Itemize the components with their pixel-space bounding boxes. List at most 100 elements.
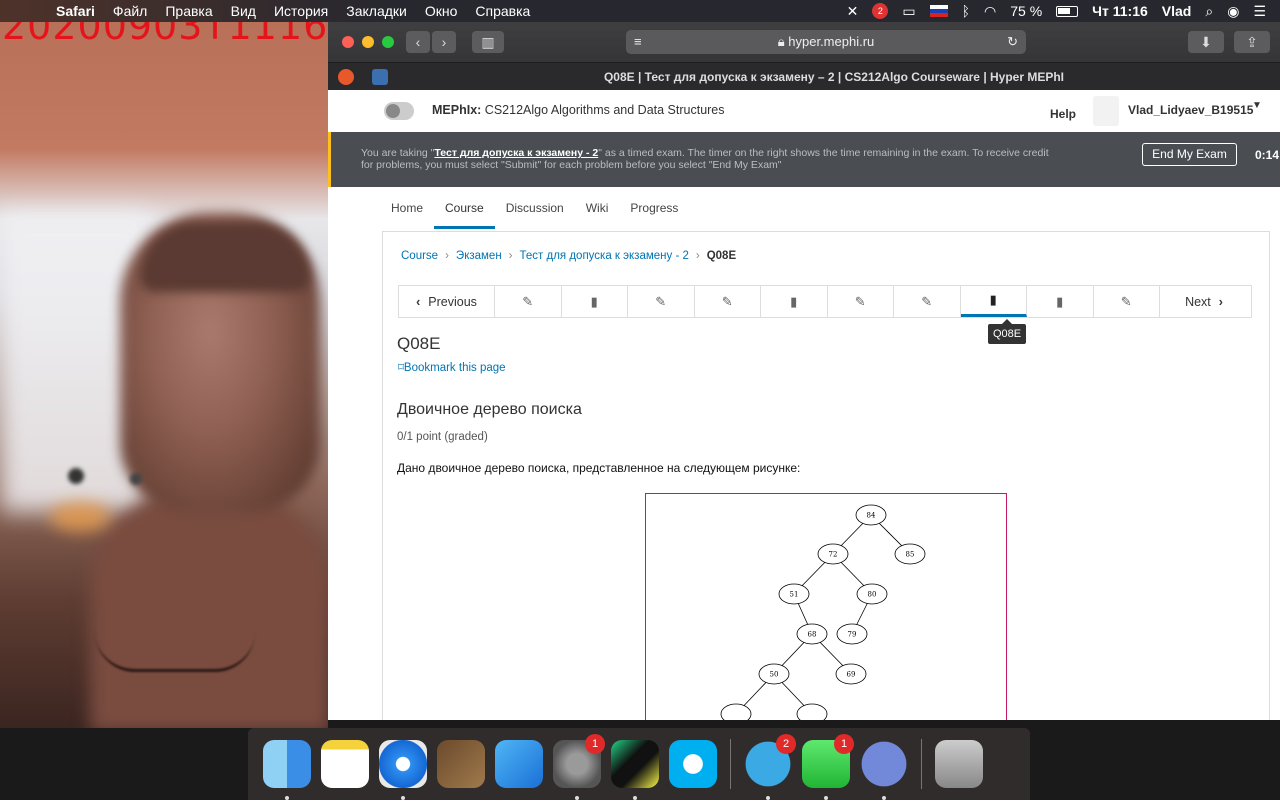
sequence-item-problem[interactable]: ✎ [695, 286, 761, 317]
breadcrumb-test[interactable]: Тест для допуска к экзамену - 2 [520, 250, 689, 262]
siri-icon[interactable]: ◉ [1227, 3, 1239, 20]
chevron-right-icon: › [695, 250, 700, 262]
menu-file[interactable]: Файл [113, 3, 147, 19]
active-tab-title[interactable]: Q08E | Тест для допуска к экзамену – 2 |… [328, 70, 1280, 84]
battery-icon[interactable] [1056, 5, 1079, 17]
dock-safari-icon[interactable] [379, 740, 427, 800]
notification-badge-icon[interactable]: 2 [872, 3, 889, 19]
tab-home[interactable]: Home [380, 187, 434, 229]
tree-node-label: 79 [848, 631, 857, 639]
dock-finder-icon[interactable] [263, 740, 311, 800]
menu-help[interactable]: Справка [475, 3, 530, 19]
menu-app-safari[interactable]: Safari [56, 3, 95, 19]
tab-discussion[interactable]: Discussion [495, 187, 575, 229]
dock-trash-icon[interactable] [935, 740, 983, 788]
dock-xcode-icon[interactable] [495, 740, 543, 788]
forward-icon[interactable]: › [432, 31, 456, 53]
username[interactable]: Vlad_Lidyaev_B19515 [1128, 103, 1253, 117]
previous-button[interactable]: ‹ Previous [399, 286, 495, 317]
close-window-icon[interactable] [342, 36, 354, 48]
sequence-item-video[interactable]: ▮ [761, 286, 828, 317]
sequence-nav: ‹ Previous ✎ ▮ ✎ ✎ ▮ ✎ ✎ ▮ ▮ ✎ Next › [398, 285, 1252, 318]
reader-icon[interactable]: ≡ [634, 30, 642, 54]
dock-pycharm-icon[interactable] [611, 740, 659, 800]
help-link[interactable]: Help [1050, 107, 1076, 121]
dock-notes-icon[interactable] [321, 740, 369, 788]
clock[interactable]: Чт 11:16 [1092, 3, 1148, 19]
menu-edit[interactable]: Правка [165, 3, 212, 19]
dock-garageband-icon[interactable] [437, 740, 485, 788]
wifi-icon[interactable]: ◠ [984, 3, 996, 20]
logo-toggle-icon[interactable] [384, 102, 414, 120]
tree-node [796, 703, 828, 720]
tree-node [720, 703, 752, 720]
address-bar[interactable]: ≡ 🔒︎ hyper.mephi.ru ↻ [626, 30, 1026, 54]
previous-label: Previous [428, 294, 477, 309]
sequence-items: ✎ ▮ ✎ ✎ ▮ ✎ ✎ ▮ ▮ ✎ [495, 286, 1160, 317]
minimize-window-icon[interactable] [362, 36, 374, 48]
notification-center-icon[interactable]: ☰ [1253, 3, 1266, 20]
menu-window[interactable]: Окно [425, 3, 458, 19]
sequence-item-problem[interactable]: ✎ [1094, 286, 1160, 317]
avatar[interactable] [1093, 96, 1119, 126]
site-header: MEPhIx: CS212Algo Algorithms and Data St… [328, 90, 1280, 132]
tab-progress[interactable]: Progress [619, 187, 689, 229]
dock-skype-icon[interactable] [669, 740, 717, 788]
sequence-item-problem[interactable]: ✎ [495, 286, 562, 317]
tree-node-label: 51 [790, 591, 799, 599]
back-icon[interactable]: ‹ [406, 31, 430, 53]
menu-view[interactable]: Вид [231, 3, 256, 19]
book-icon: ▮ [790, 293, 798, 309]
share-icon[interactable]: ⇪ [1234, 31, 1270, 53]
sequence-item-problem[interactable]: ✎ [828, 286, 894, 317]
webcam-feed: 20200903T111640 [0, 22, 328, 728]
dock-badge: 1 [834, 734, 854, 754]
battery-percent[interactable]: 75 % [1010, 3, 1042, 19]
muted-icon[interactable]: ✕ [847, 3, 859, 20]
edit-icon: ✎ [655, 293, 667, 309]
tree-node: 69 [835, 663, 867, 685]
tab-wiki[interactable]: Wiki [575, 187, 620, 229]
chevron-down-icon[interactable]: ▼ [1252, 100, 1262, 111]
bookmark-link[interactable]: ⌑Bookmark this page [398, 360, 506, 374]
next-label: Next [1185, 294, 1211, 309]
sidebar-icon[interactable]: ▥ [472, 31, 504, 53]
menu-history[interactable]: История [274, 3, 328, 19]
dock-facetime-icon[interactable]: 1 [802, 734, 854, 800]
sequence-item-video[interactable]: ▮ [1027, 286, 1094, 317]
reload-icon[interactable]: ↻ [1007, 30, 1018, 54]
menu-bookmarks[interactable]: Закладки [346, 3, 407, 19]
tree-node-label: 50 [770, 671, 779, 679]
breadcrumb-exam[interactable]: Экзамен [456, 250, 502, 262]
chevron-right-icon: › [508, 250, 513, 262]
sequence-item-problem[interactable]: ✎ [894, 286, 961, 317]
sequence-item-video[interactable]: ▮ [960, 286, 1027, 317]
dock-telegram-icon[interactable]: 2 [744, 734, 796, 800]
tree-node: 68 [796, 623, 828, 645]
course-content: Course › Экзамен › Тест для допуска к эк… [382, 231, 1270, 720]
course-name: CS212Algo Algorithms and Data Structures [484, 103, 725, 117]
running-indicator [285, 796, 289, 800]
menubar-user[interactable]: Vlad [1162, 3, 1192, 19]
end-exam-button[interactable]: End My Exam [1142, 143, 1237, 166]
sequence-item-problem[interactable]: ✎ [628, 286, 695, 317]
display-icon[interactable]: ▭ [902, 3, 915, 20]
input-source-flag-icon[interactable] [929, 5, 948, 17]
problem-title: Двоичное дерево поиска [397, 401, 582, 418]
next-button[interactable]: Next › [1160, 286, 1248, 317]
dock-discord-icon[interactable] [860, 740, 908, 800]
running-indicator [824, 796, 828, 800]
breadcrumb: Course › Экзамен › Тест для допуска к эк… [401, 250, 736, 262]
tree-node: 80 [856, 583, 888, 605]
sequence-item-video[interactable]: ▮ [562, 286, 628, 317]
bluetooth-icon[interactable]: ᛒ [962, 3, 970, 19]
dock-system-preferences-icon[interactable]: 1 [553, 734, 605, 800]
chevron-right-icon: › [1218, 294, 1223, 309]
tree-node: 85 [894, 543, 926, 565]
breadcrumb-course[interactable]: Course [401, 250, 438, 262]
tree-node-label: 84 [867, 512, 876, 520]
fullscreen-window-icon[interactable] [382, 36, 394, 48]
tab-course[interactable]: Course [434, 187, 495, 229]
downloads-icon[interactable]: ⬇ [1188, 31, 1224, 53]
spotlight-icon[interactable]: ⌕ [1205, 3, 1213, 20]
